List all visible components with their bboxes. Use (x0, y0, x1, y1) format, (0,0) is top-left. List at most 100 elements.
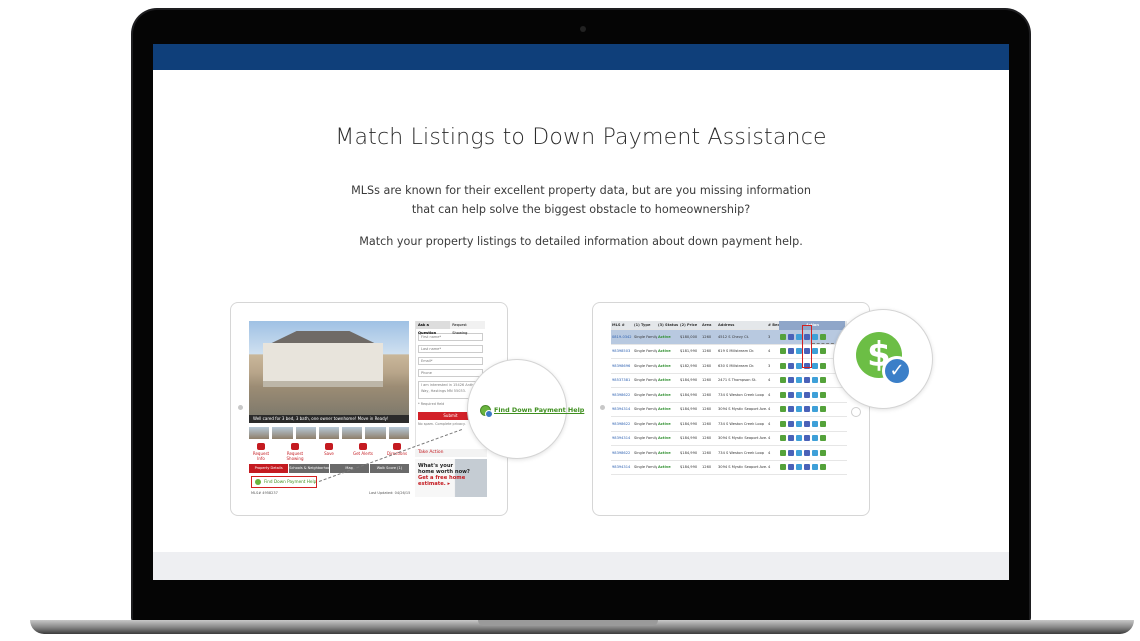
photo-icon[interactable] (812, 391, 818, 398)
mls-link[interactable]: 98394314 (611, 465, 633, 469)
photo-icon[interactable] (812, 362, 818, 369)
col-status[interactable]: (3) Status (657, 321, 679, 330)
thumbnail[interactable] (318, 427, 340, 439)
email-field[interactable]: Email* (418, 357, 483, 365)
photo-icon[interactable] (812, 464, 818, 471)
tab-property-details[interactable]: Property Details (249, 464, 289, 473)
edit-icon[interactable] (788, 449, 794, 456)
last-name-field[interactable]: Last name* (418, 345, 483, 353)
mls-link[interactable]: 98537381 (611, 378, 633, 382)
mls-link[interactable]: 98398622 (611, 451, 633, 455)
map-icon[interactable] (820, 464, 826, 471)
info-icon[interactable] (796, 464, 802, 471)
dph-action-icon[interactable] (780, 333, 786, 340)
mls-link[interactable]: 98398622 (611, 393, 633, 397)
dph-action-icon[interactable] (780, 464, 786, 471)
tab-ask-question[interactable]: Ask a Question (416, 321, 451, 335)
col-beds[interactable]: # Beds (767, 321, 779, 330)
mls-link[interactable]: 98398503 (611, 349, 633, 353)
photo-icon[interactable] (812, 449, 818, 456)
tab-schools[interactable]: Schools & Neighborhood (289, 464, 329, 473)
get-alerts-action[interactable]: Get Alerts (351, 443, 375, 461)
share-icon[interactable] (804, 449, 810, 456)
photo-icon[interactable] (812, 406, 818, 413)
info-icon[interactable] (796, 391, 802, 398)
edit-icon[interactable] (788, 377, 794, 384)
map-icon[interactable] (820, 333, 826, 340)
edit-icon[interactable] (788, 435, 794, 442)
info-icon[interactable] (796, 435, 802, 442)
edit-icon[interactable] (788, 348, 794, 355)
dph-action-icon[interactable] (780, 435, 786, 442)
col-mls[interactable]: MLS # (611, 321, 633, 330)
table-row[interactable]: 98398622 Single Family Active $184,990 1260 7… (611, 388, 847, 403)
dph-action-icon[interactable] (780, 377, 786, 384)
mls-link[interactable]: 98394314 (611, 436, 633, 440)
thumbnail[interactable] (365, 427, 386, 439)
photo-icon[interactable] (812, 348, 818, 355)
phone-field[interactable]: Phone (418, 369, 483, 377)
share-icon[interactable] (804, 435, 810, 442)
info-icon[interactable] (796, 377, 802, 384)
share-icon[interactable] (804, 377, 810, 384)
dph-action-icon[interactable] (780, 362, 786, 369)
mls-link[interactable]: 98398696 (611, 364, 633, 368)
photo-icon[interactable] (812, 435, 818, 442)
dph-action-icon[interactable] (780, 406, 786, 413)
tab-walk-score[interactable]: Walk Score (1) (369, 464, 409, 473)
info-icon[interactable] (796, 420, 802, 427)
share-icon[interactable] (804, 420, 810, 427)
request-info-action[interactable]: Request Info (249, 443, 273, 461)
dph-action-icon[interactable] (780, 348, 786, 355)
map-icon[interactable] (820, 406, 826, 413)
share-icon[interactable] (804, 391, 810, 398)
edit-icon[interactable] (788, 420, 794, 427)
scroll-indicator[interactable] (851, 407, 861, 417)
table-row[interactable]: 98394314 Single Family Active $184,990 1260 3… (611, 432, 847, 446)
info-icon[interactable] (796, 406, 802, 413)
home-value-ad[interactable]: What's your home worth now? Get a free hom… (415, 459, 487, 497)
map-icon[interactable] (820, 420, 826, 427)
share-icon[interactable] (804, 406, 810, 413)
save-action[interactable]: Save (317, 443, 341, 461)
info-icon[interactable] (796, 449, 802, 456)
thumbnail[interactable] (295, 427, 316, 439)
photo-icon[interactable] (812, 333, 818, 340)
col-area[interactable]: Area (701, 321, 717, 330)
table-row[interactable]: 98398622 Single Family Active $184,990 1260 7… (611, 446, 847, 461)
thumbnail[interactable] (249, 427, 270, 439)
table-row[interactable]: 98398622 Single Family Active $184,990 1260 7… (611, 417, 847, 432)
table-row[interactable]: 98394314 Single Family Active $184,990 1260 3… (611, 461, 847, 475)
thumbnail[interactable] (342, 427, 363, 439)
map-icon[interactable] (820, 449, 826, 456)
find-down-payment-help-zoom-link[interactable]: Find Down Payment Help (480, 405, 584, 418)
table-row[interactable]: 98394314 Single Family Active $184,990 1260 3… (611, 403, 847, 417)
edit-icon[interactable] (788, 333, 794, 340)
mls-link[interactable]: 98394314 (611, 407, 633, 411)
mls-link[interactable]: 0819-0342 (611, 335, 633, 339)
map-icon[interactable] (820, 391, 826, 398)
col-type[interactable]: (1) Type (633, 321, 657, 330)
col-address[interactable]: Address (717, 321, 767, 330)
thumbnail[interactable] (388, 427, 409, 439)
dph-action-icon[interactable] (780, 391, 786, 398)
map-icon[interactable] (820, 435, 826, 442)
dph-action-icon[interactable] (780, 420, 786, 427)
share-icon[interactable] (804, 464, 810, 471)
map-icon[interactable] (820, 377, 826, 384)
table-row[interactable]: 98537381 Single Family Active $184,990 1260 2… (611, 374, 847, 388)
edit-icon[interactable] (788, 391, 794, 398)
request-showing-action[interactable]: Request Showing (283, 443, 307, 461)
photo-icon[interactable] (812, 420, 818, 427)
map-icon[interactable] (820, 348, 826, 355)
col-price[interactable]: (2) Price (679, 321, 701, 330)
listing-photo[interactable] (249, 321, 409, 415)
edit-icon[interactable] (788, 362, 794, 369)
map-icon[interactable] (820, 362, 826, 369)
first-name-field[interactable]: First name* (418, 333, 483, 341)
dph-action-icon[interactable] (780, 449, 786, 456)
photo-icon[interactable] (812, 377, 818, 384)
thumbnail[interactable] (272, 427, 293, 439)
mls-link[interactable]: 98398622 (611, 422, 633, 426)
tab-request-showing[interactable]: Request Showing (450, 321, 485, 335)
